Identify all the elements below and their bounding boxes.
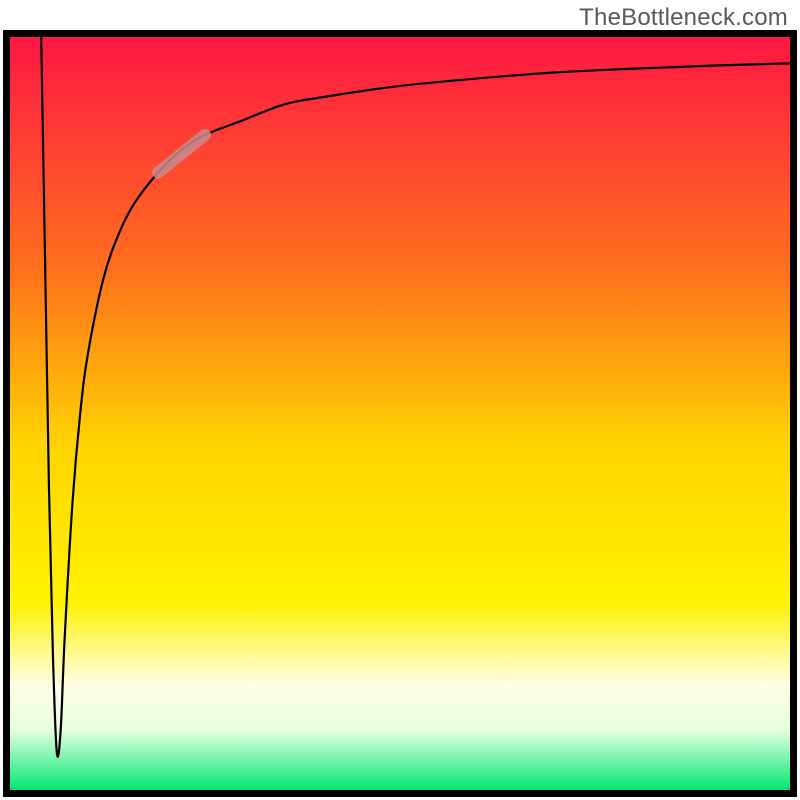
gradient-bg bbox=[10, 37, 790, 790]
watermark-text: TheBottleneck.com bbox=[579, 4, 788, 32]
bottleneck-chart bbox=[3, 30, 797, 797]
chart-container: TheBottleneck.com bbox=[0, 0, 800, 800]
